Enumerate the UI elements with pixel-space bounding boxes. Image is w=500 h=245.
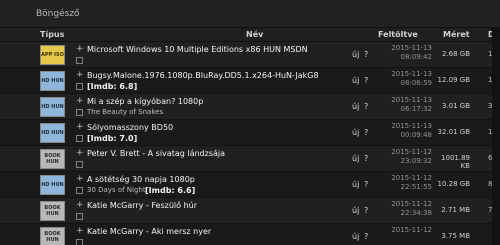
table-row[interactable]: HD HUN + Sólyomasszony BD50 [Imdb: 7.0] … bbox=[0, 120, 500, 146]
imdb-rating: [Imdb: 7.0] bbox=[87, 134, 138, 143]
table-row[interactable]: HD HUN + Bugsy.Malone.1976.1080p.BluRay.… bbox=[0, 68, 500, 94]
torrent-subtitle: 30 Days of Night bbox=[87, 186, 146, 194]
torrent-list: APP ISO + Microsoft Windows 10 Multiple … bbox=[0, 42, 500, 245]
plus-icon[interactable]: + bbox=[76, 45, 84, 54]
plus-icon[interactable]: + bbox=[76, 123, 84, 132]
file-size: 3.75 MB bbox=[441, 232, 470, 240]
plus-icon[interactable]: + bbox=[76, 201, 84, 210]
table-row[interactable]: APP ISO + Microsoft Windows 10 Multiple … bbox=[0, 42, 500, 68]
upload-date: 2015-11-13 08:06:59 bbox=[391, 70, 432, 87]
uj-label[interactable]: új bbox=[352, 50, 359, 59]
header-feltoltve[interactable]: Feltöltve bbox=[378, 28, 418, 42]
category-badge[interactable]: BOOK HUN bbox=[40, 149, 65, 169]
torrent-name[interactable]: Microsoft Windows 10 Multiple Editions x… bbox=[87, 45, 308, 54]
torrent-name[interactable]: Bugsy.Malone.1976.1080p.BluRay.DD5.1.x26… bbox=[87, 71, 319, 80]
question-icon[interactable]: ? bbox=[364, 154, 368, 163]
file-size: 2.68 GB bbox=[441, 50, 470, 58]
upload-date: 2015-11-12 22:34:38 bbox=[391, 200, 432, 217]
plus-icon[interactable]: + bbox=[76, 227, 84, 236]
checkbox[interactable] bbox=[76, 161, 83, 168]
torrent-name[interactable]: Sólyomasszony BD50 bbox=[87, 123, 173, 132]
uj-label[interactable]: új bbox=[352, 232, 359, 241]
question-icon[interactable]: ? bbox=[364, 232, 368, 241]
page-title: Böngésző bbox=[36, 8, 80, 19]
plus-icon[interactable]: + bbox=[76, 175, 84, 184]
checkbox[interactable] bbox=[76, 135, 83, 142]
checkbox[interactable] bbox=[76, 187, 83, 194]
file-size: 1001.89 KB bbox=[441, 154, 470, 170]
plus-icon[interactable]: + bbox=[76, 71, 84, 80]
checkbox[interactable] bbox=[76, 83, 83, 90]
plus-icon[interactable]: + bbox=[76, 97, 84, 106]
plus-icon[interactable]: + bbox=[76, 149, 84, 158]
table-row[interactable]: BOOK HUN + Katie McGarry - Feszülő húr ú… bbox=[0, 198, 500, 224]
file-size: 10.28 GB bbox=[437, 180, 471, 188]
category-badge[interactable]: HD HUN bbox=[40, 123, 65, 143]
header-nev[interactable]: Név bbox=[246, 28, 263, 42]
upload-date: 2015-11-13 08:09:42 bbox=[391, 44, 432, 61]
question-icon[interactable]: ? bbox=[364, 50, 368, 59]
table-row[interactable]: HD HUN + A sötétség 30 napja 1080p 30 Da… bbox=[0, 172, 500, 198]
imdb-rating: [Imdb: 6.6] bbox=[145, 186, 196, 195]
header-tipus[interactable]: Típus bbox=[40, 28, 64, 42]
checkbox[interactable] bbox=[76, 109, 83, 116]
table-row[interactable]: HD HUN + Mi a szép a kígyóban? 1080p The… bbox=[0, 94, 500, 120]
question-icon[interactable]: ? bbox=[364, 206, 368, 215]
header-meret[interactable]: Méret bbox=[443, 28, 470, 42]
uj-label[interactable]: új bbox=[352, 154, 359, 163]
uj-label[interactable]: új bbox=[352, 76, 359, 85]
category-badge[interactable]: BOOK HUN bbox=[40, 227, 65, 245]
upload-date: 2015-11-12 22:51:55 bbox=[391, 174, 432, 191]
category-badge[interactable]: HD HUN bbox=[40, 71, 65, 91]
file-size: 3.01 GB bbox=[441, 102, 470, 110]
torrent-subtitle: The Beauty of Snakes bbox=[87, 108, 164, 116]
question-icon[interactable]: ? bbox=[364, 180, 368, 189]
uj-label[interactable]: új bbox=[352, 128, 359, 137]
checkbox[interactable] bbox=[76, 239, 83, 245]
category-badge[interactable]: BOOK HUN bbox=[40, 201, 65, 221]
table-header: Típus Név Feltöltve Méret D bbox=[0, 28, 500, 42]
torrent-name[interactable]: Peter V. Brett - A sivatag lándzsája bbox=[87, 149, 225, 158]
upload-date: 2015-11-13 00:09:48 bbox=[391, 122, 432, 139]
category-badge[interactable]: HD HUN bbox=[40, 97, 65, 117]
checkbox[interactable] bbox=[76, 213, 83, 220]
uj-label[interactable]: új bbox=[352, 180, 359, 189]
torrent-browser-window: Böngésző Típus Név Feltöltve Méret D APP… bbox=[0, 0, 500, 245]
checkbox[interactable] bbox=[76, 57, 83, 64]
imdb-rating: [Imdb: 6.8] bbox=[87, 82, 138, 91]
upload-date: 2015-11-13 06:17:32 bbox=[391, 96, 432, 113]
category-badge[interactable]: HD HUN bbox=[40, 175, 65, 195]
table-row[interactable]: BOOK HUN + Peter V. Brett - A sivatag lá… bbox=[0, 146, 500, 172]
file-size: 2.71 MB bbox=[441, 206, 470, 214]
question-icon[interactable]: ? bbox=[364, 76, 368, 85]
upload-date: 2015-11-12 23:09:32 bbox=[391, 148, 432, 165]
uj-label[interactable]: új bbox=[352, 206, 359, 215]
upload-date: 2015-11-12 bbox=[391, 226, 432, 234]
scroll-track[interactable] bbox=[492, 28, 500, 245]
top-bar: Böngésző bbox=[0, 0, 500, 28]
torrent-name[interactable]: Katie McGarry - Aki mersz nyer bbox=[87, 227, 211, 236]
torrent-name[interactable]: Mi a szép a kígyóban? 1080p bbox=[87, 97, 203, 106]
question-icon[interactable]: ? bbox=[364, 102, 368, 111]
question-icon[interactable]: ? bbox=[364, 128, 368, 137]
torrent-name[interactable]: Katie McGarry - Feszülő húr bbox=[87, 201, 197, 210]
table-row[interactable]: BOOK HUN + Katie McGarry - Aki mersz nye… bbox=[0, 224, 500, 245]
file-size: 12.09 GB bbox=[437, 76, 471, 84]
category-badge[interactable]: APP ISO bbox=[40, 45, 65, 65]
uj-label[interactable]: új bbox=[352, 102, 359, 111]
torrent-name[interactable]: A sötétség 30 napja 1080p bbox=[87, 175, 195, 184]
file-size: 32.01 GB bbox=[437, 128, 471, 136]
